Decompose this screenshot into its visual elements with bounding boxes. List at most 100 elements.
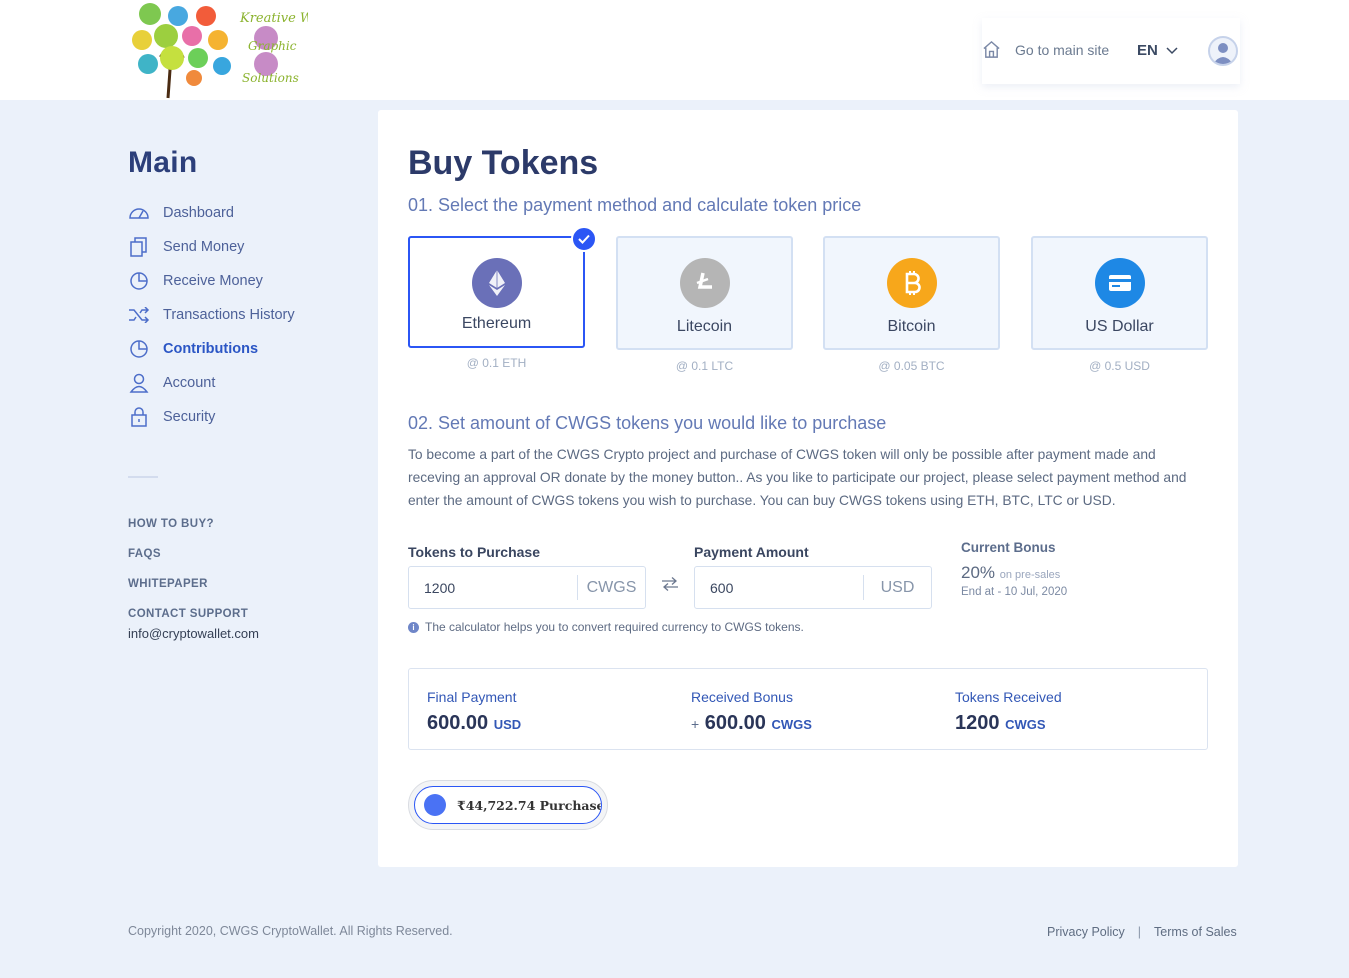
footer-links: Privacy Policy | Terms of Sales bbox=[1047, 925, 1237, 939]
payment-method-label: US Dollar bbox=[1085, 318, 1154, 335]
payment-method-label: Ethereum bbox=[461, 315, 532, 332]
step-1-heading: 01. Select the payment method and calcul… bbox=[408, 195, 862, 215]
payment-amount-label: Payment Amount bbox=[694, 544, 809, 560]
tokens-value[interactable]: 1200 bbox=[409, 580, 577, 596]
final-payment-label: Final Payment bbox=[427, 689, 517, 705]
buy-tokens-card: Buy Tokens 01. Select the payment method… bbox=[378, 110, 1238, 867]
litecoin-icon bbox=[680, 258, 730, 308]
purchase-button[interactable]: ₹44,722.74 Purchase bbox=[414, 786, 602, 824]
chevron-down-icon bbox=[1166, 46, 1178, 54]
final-payment-unit: USD bbox=[493, 717, 522, 732]
bonus-subtitle: on pre-sales bbox=[999, 569, 1061, 581]
user-icon bbox=[128, 372, 150, 394]
sidebar-item-contributions[interactable]: Contributions bbox=[128, 332, 368, 366]
send-money-icon bbox=[128, 236, 150, 258]
sidebar-item-label: Receive Money bbox=[163, 273, 263, 289]
shuffle-icon bbox=[128, 304, 150, 326]
go-main-site-link[interactable]: Go to main site bbox=[982, 40, 1109, 59]
tokens-received-label: Tokens Received bbox=[955, 689, 1062, 705]
plus-sign: + bbox=[691, 716, 700, 732]
payment-unit: USD bbox=[863, 575, 931, 600]
razorpay-dot-icon bbox=[424, 794, 446, 816]
user-icon bbox=[1213, 43, 1233, 64]
language-selector[interactable]: EN bbox=[1137, 42, 1178, 59]
privacy-policy-link[interactable]: Privacy Policy bbox=[1047, 925, 1125, 939]
how-to-buy-link[interactable]: HOW TO BUY? bbox=[128, 516, 259, 546]
payment-amount-input[interactable]: 600 USD bbox=[694, 566, 932, 609]
check-icon bbox=[571, 226, 597, 252]
final-payment-amount: 600.00 bbox=[427, 712, 489, 734]
ethereum-icon bbox=[472, 258, 522, 308]
payment-method-litecoin[interactable]: Litecoin bbox=[616, 236, 793, 350]
purchase-description: To become a part of the CWGS Crypto proj… bbox=[408, 447, 1187, 508]
sidebar-links: HOW TO BUY? FAQS WHITEPAPER CONTACT SUPP… bbox=[128, 516, 259, 641]
payment-rate-bitcoin: @ 0.05 BTC bbox=[878, 359, 945, 373]
tokens-received-value: 1200 CWGS bbox=[955, 712, 1062, 735]
payment-method-bitcoin[interactable]: Bitcoin bbox=[823, 236, 1000, 350]
tokens-received-amount: 1200 bbox=[955, 712, 1000, 734]
sidebar-item-label: Send Money bbox=[163, 239, 245, 255]
credit-card-icon bbox=[1095, 258, 1145, 308]
info-icon: i bbox=[408, 621, 419, 633]
lock-icon bbox=[128, 406, 150, 428]
top-nav: Go to main site EN bbox=[982, 18, 1240, 84]
payment-method-ethereum[interactable]: Ethereum bbox=[408, 226, 597, 348]
swap-arrows-icon[interactable] bbox=[661, 577, 679, 596]
bitcoin-icon bbox=[887, 258, 937, 308]
received-bonus-label: Received Bonus bbox=[691, 689, 793, 705]
brand-logo[interactable]: Kreative Web Graphic Solutions bbox=[128, 0, 328, 100]
payment-method-label: Litecoin bbox=[676, 318, 733, 335]
step-2-heading: 02. Set amount of CWGS tokens you would … bbox=[408, 413, 887, 433]
bonus-end-date: End at - 10 Jul, 2020 bbox=[961, 586, 1068, 598]
payment-rate-litecoin: @ 0.1 LTC bbox=[675, 359, 734, 373]
final-payment-value: 600.00 USD bbox=[427, 712, 521, 735]
svg-text:Solutions: Solutions bbox=[242, 71, 299, 85]
tokens-received: Tokens Received 1200 CWGS bbox=[955, 689, 1062, 735]
purchase-button-label: ₹44,722.74 Purchase bbox=[457, 797, 602, 813]
user-avatar[interactable] bbox=[1208, 36, 1238, 66]
sidebar-item-label: Transactions History bbox=[163, 307, 295, 323]
sidebar-item-security[interactable]: Security bbox=[128, 400, 368, 434]
terms-of-sales-link[interactable]: Terms of Sales bbox=[1154, 925, 1237, 939]
tokens-received-unit: CWGS bbox=[1005, 717, 1046, 732]
sidebar-menu: Dashboard Send Money Receive Money Trans… bbox=[128, 196, 368, 434]
sidebar-item-send-money[interactable]: Send Money bbox=[128, 230, 368, 264]
calculator-note: i The calculator helps you to convert re… bbox=[408, 620, 804, 634]
received-bonus-unit: CWGS bbox=[771, 717, 812, 732]
received-bonus-amount: 600.00 bbox=[704, 712, 766, 734]
sidebar-item-account[interactable]: Account bbox=[128, 366, 368, 400]
calculator-note-text: The calculator helps you to convert requ… bbox=[425, 620, 804, 634]
sidebar-item-label: Dashboard bbox=[163, 205, 234, 221]
sidebar-item-label: Contributions bbox=[163, 341, 259, 357]
payment-method-us-dollar[interactable]: US Dollar bbox=[1031, 236, 1208, 350]
page-title: Buy Tokens bbox=[408, 144, 599, 182]
payment-value[interactable]: 600 bbox=[695, 580, 863, 596]
support-email[interactable]: info@cryptowallet.com bbox=[128, 626, 259, 641]
current-bonus-title: Current Bonus bbox=[961, 540, 1056, 555]
payment-rate-ethereum: @ 0.1 ETH bbox=[466, 356, 527, 370]
go-main-site-label: Go to main site bbox=[1015, 41, 1110, 58]
received-bonus-value: + 600.00 CWGS bbox=[691, 712, 812, 735]
sidebar-item-label: Account bbox=[163, 375, 216, 391]
top-bar: Kreative Web Graphic Solutions Go to mai… bbox=[0, 0, 1349, 100]
svg-text:Graphic: Graphic bbox=[248, 39, 297, 53]
sidebar-item-transactions-history[interactable]: Transactions History bbox=[128, 298, 368, 332]
tokens-to-purchase-input[interactable]: 1200 CWGS bbox=[408, 566, 646, 609]
tokens-unit: CWGS bbox=[577, 575, 645, 600]
sidebar-item-dashboard[interactable]: Dashboard bbox=[128, 196, 368, 230]
received-bonus: Received Bonus + 600.00 CWGS bbox=[691, 689, 812, 735]
sidebar-divider bbox=[128, 476, 158, 478]
sidebar-title: Main bbox=[128, 146, 198, 179]
language-label: EN bbox=[1137, 42, 1158, 59]
pie-chart-icon bbox=[128, 338, 150, 360]
faqs-link[interactable]: FAQS bbox=[128, 546, 259, 576]
whitepaper-link[interactable]: WHITEPAPER bbox=[128, 576, 259, 606]
final-payment: Final Payment 600.00 USD bbox=[427, 689, 521, 735]
svg-text:Kreative Web: Kreative Web bbox=[239, 11, 308, 26]
dashboard-icon bbox=[128, 202, 150, 224]
receive-money-icon bbox=[128, 270, 150, 292]
sidebar-item-receive-money[interactable]: Receive Money bbox=[128, 264, 368, 298]
current-bonus-value: 20% on pre-sales bbox=[961, 563, 1060, 583]
purchase-button-wrapper: ₹44,722.74 Purchase bbox=[408, 780, 608, 830]
payment-rate-us-dollar: @ 0.5 USD bbox=[1089, 359, 1150, 373]
